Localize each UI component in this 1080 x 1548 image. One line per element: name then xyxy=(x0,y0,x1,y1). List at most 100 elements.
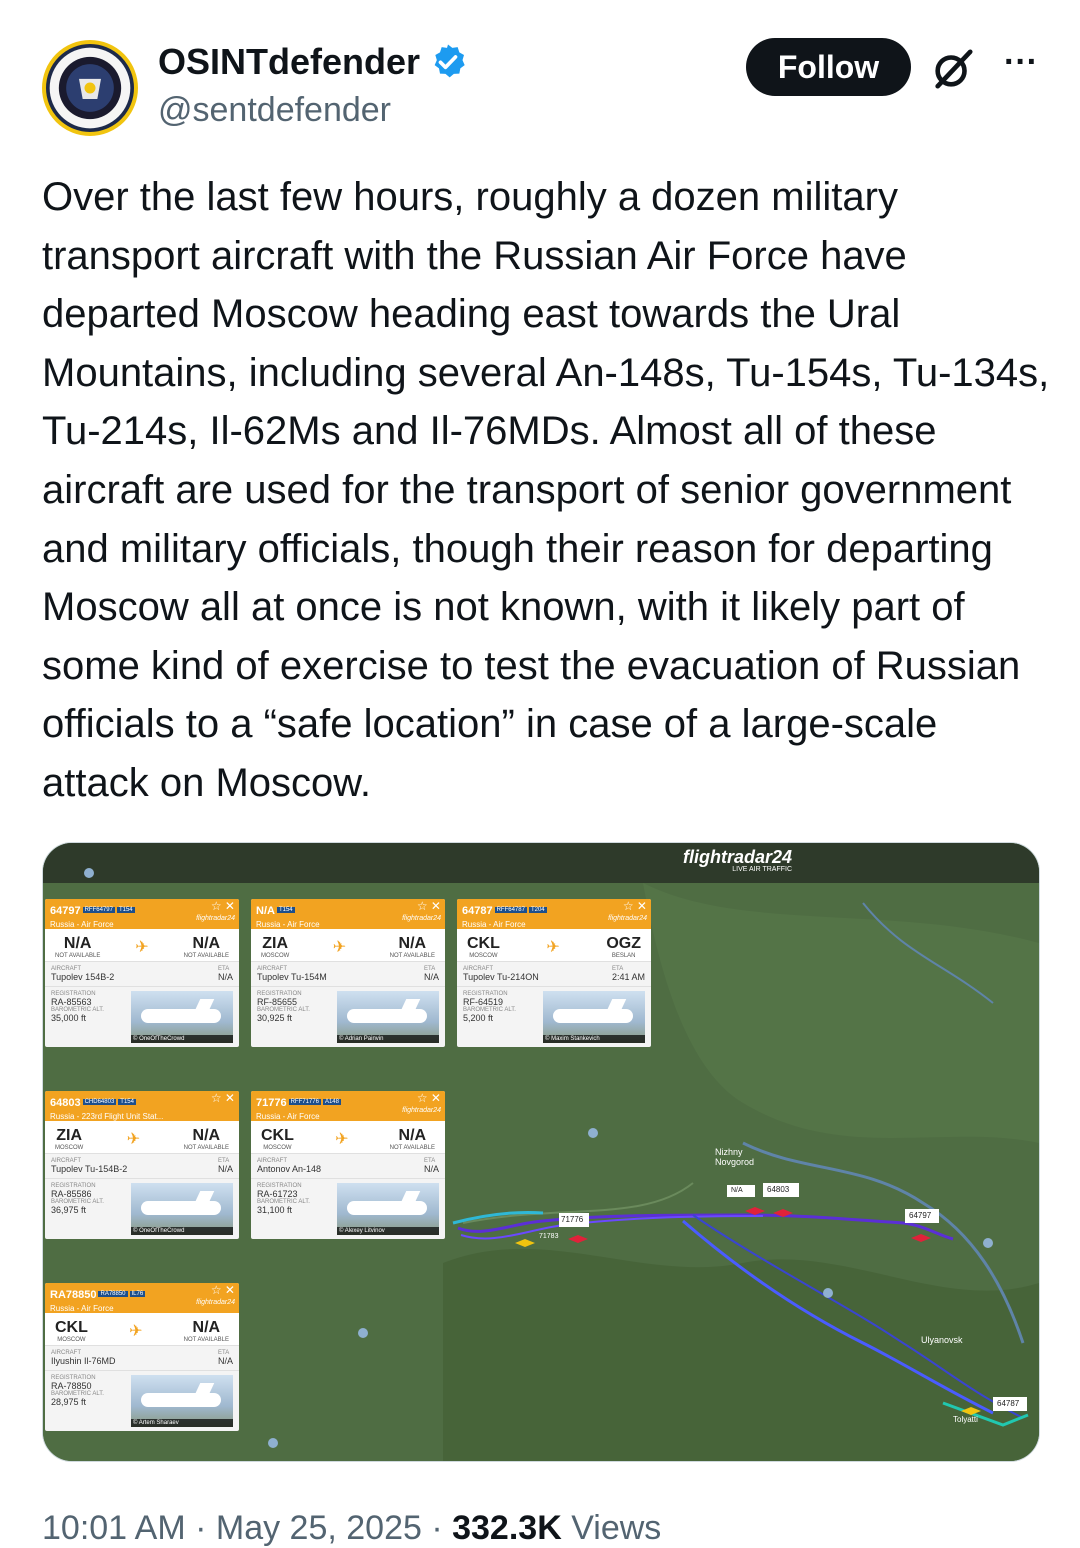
card-brand: flightradar24 xyxy=(402,1107,441,1114)
card-from-code: ZIA xyxy=(262,935,289,952)
plane-icon: ✈ xyxy=(332,939,347,956)
card-from-city: MOSCOW xyxy=(261,953,290,959)
author-handle[interactable]: @sentdefender xyxy=(158,88,391,132)
author-name-row[interactable]: OSINTdefender xyxy=(158,40,468,84)
flight-tag-71776: 71776 xyxy=(561,1215,584,1224)
flight-card[interactable]: 71776 RFF71776 A148 Russia - Air Force fli… xyxy=(251,1091,445,1239)
card-callsign: RA78850 xyxy=(50,1289,97,1301)
card-reg: RF-85655 xyxy=(257,997,298,1007)
card-brand: flightradar24 xyxy=(608,915,647,922)
plane-icon: ✈ xyxy=(546,939,560,956)
tweet-media-image[interactable]: flightradar24 LIVE AIR TRAFFIC Nizhny Nov… xyxy=(42,842,1040,1462)
card-close-icon[interactable]: ☆ ✕ xyxy=(211,1283,235,1297)
card-aircraft: Ilyushin Il-76MD xyxy=(51,1356,116,1366)
card-aircraft: Antonov An-148 xyxy=(257,1164,322,1174)
card-tag: T204 xyxy=(528,906,547,913)
card-close-icon[interactable]: ☆ ✕ xyxy=(417,899,441,913)
card-reg: RA-78850 xyxy=(51,1381,92,1391)
tweet-text: Over the last few hours, roughly a dozen… xyxy=(42,175,1050,805)
card-to-city: NOT AVAILABLE xyxy=(389,953,435,959)
aircraft-photo: © OneOfTheCrowd xyxy=(131,991,233,1043)
card-reg: RF-64519 xyxy=(463,997,504,1007)
tweet-meta: 10:01 AM · May 25, 2025 · 332.3K Views xyxy=(42,1508,661,1548)
card-eta: N/A xyxy=(217,1164,233,1174)
more-options-icon[interactable]: ··· xyxy=(998,42,1044,88)
card-to-city: NOT AVAILABLE xyxy=(183,1337,229,1343)
card-tag: T154 xyxy=(116,906,135,913)
card-reg: RA-85563 xyxy=(51,997,92,1007)
card-alt: 30,925 ft xyxy=(257,1013,293,1023)
card-alt: 35,000 ft xyxy=(51,1013,87,1023)
card-tag: CHD64803 xyxy=(82,1098,117,1105)
card-eta: N/A xyxy=(423,1164,439,1174)
card-to-code: N/A xyxy=(192,1127,221,1144)
card-from-city: MOSCOW xyxy=(55,1145,84,1151)
avatar[interactable] xyxy=(42,40,138,136)
flight-card[interactable]: 64797 RFF64797 T154 Russia - Air Force fli… xyxy=(45,899,239,1047)
card-close-icon[interactable]: ☆ ✕ xyxy=(211,1091,235,1105)
card-from-city: MOSCOW xyxy=(263,1145,292,1151)
plane-icon: ✈ xyxy=(126,1131,141,1148)
flight-tag-64787: 64787 xyxy=(997,1399,1020,1408)
card-eta: N/A xyxy=(423,972,439,982)
card-to-city: NOT AVAILABLE xyxy=(389,1145,435,1151)
card-from-city: MOSCOW xyxy=(57,1337,86,1343)
photo-credit: © Alexey Litvinov xyxy=(337,1227,439,1235)
flight-card[interactable]: 64787 RFF64787 T204 Russia - Air Force fli… xyxy=(457,899,651,1047)
author-name[interactable]: OSINTdefender xyxy=(158,40,420,84)
photo-credit: © OneOfTheCrowd xyxy=(131,1227,233,1235)
flight-tag-64797: 64797 xyxy=(909,1211,932,1220)
card-tag: RA78850 xyxy=(98,1290,128,1297)
card-callsign: 64787 xyxy=(462,905,493,917)
card-callsign: 64803 xyxy=(50,1097,81,1109)
card-from-city: NOT AVAILABLE xyxy=(55,953,101,959)
card-reg: RA-85586 xyxy=(51,1189,92,1199)
tweet-timestamp[interactable]: 10:01 AM · May 25, 2025 · xyxy=(42,1509,452,1547)
card-close-icon[interactable]: ☆ ✕ xyxy=(211,899,235,913)
flight-card[interactable]: RA78850 RA78850 IL76 Russia - Air Force fl… xyxy=(45,1283,239,1431)
aircraft-photo: © Maxim Stankevich xyxy=(543,991,645,1043)
card-from-code: CKL xyxy=(467,935,500,952)
photo-credit: © Artem Sharaev xyxy=(131,1419,233,1427)
plane-icon: ✈ xyxy=(129,1323,143,1340)
card-to-city: NOT AVAILABLE xyxy=(183,953,229,959)
aircraft-photo: © Artem Sharaev xyxy=(131,1375,233,1427)
card-brand: flightradar24 xyxy=(196,915,235,922)
card-alt: 5,200 ft xyxy=(463,1013,494,1023)
card-close-icon[interactable]: ☆ ✕ xyxy=(623,899,647,913)
card-callsign: 71776 xyxy=(256,1097,287,1109)
flightradar24-logo: flightradar24 LIVE AIR TRAFFIC xyxy=(683,847,793,873)
card-eta: N/A xyxy=(217,972,233,982)
card-tag: A148 xyxy=(322,1098,341,1105)
flight-card[interactable]: N/A T154 Russia - Air Force flightradar24… xyxy=(251,899,445,1047)
card-callsign: 64797 xyxy=(50,905,81,917)
flight-tag-71783: 71783 xyxy=(539,1233,559,1240)
card-from-code: ZIA xyxy=(56,1127,83,1144)
flight-tag-na: N/A xyxy=(731,1187,743,1194)
photo-credit: © Adrian Painvin xyxy=(337,1035,439,1043)
card-from-code: CKL xyxy=(261,1127,294,1144)
card-alt: 28,975 ft xyxy=(51,1397,87,1407)
card-to-city: BESLAN xyxy=(611,953,636,959)
card-tag: RFF64787 xyxy=(494,906,527,913)
aircraft-photo: © Alexey Litvinov xyxy=(337,1183,439,1235)
card-tag: RFF71776 xyxy=(288,1098,321,1105)
views-label: Views xyxy=(561,1509,662,1547)
plane-icon: ✈ xyxy=(335,1131,349,1148)
card-tag: IL76 xyxy=(129,1290,146,1297)
card-to-code: N/A xyxy=(192,935,221,952)
card-to-code: N/A xyxy=(398,935,427,952)
card-aircraft: Tupolev Tu-214ON xyxy=(463,972,539,982)
card-aircraft: Tupolev 154B-2 xyxy=(51,972,115,982)
card-reg: RA-61723 xyxy=(257,1189,298,1199)
views-count: 332.3K xyxy=(452,1509,562,1547)
flight-card[interactable]: 64803 CHD64803 T154 Russia - 223rd Flight … xyxy=(45,1091,239,1239)
map-label-tolyatti: Tolyatti xyxy=(953,1415,978,1424)
card-close-icon[interactable]: ☆ ✕ xyxy=(417,1091,441,1105)
flight-tag-64803: 64803 xyxy=(767,1185,790,1194)
card-to-code: OGZ xyxy=(606,935,641,952)
card-to-code: N/A xyxy=(192,1319,221,1336)
follow-button[interactable]: Follow xyxy=(746,38,911,96)
card-from-city: MOSCOW xyxy=(469,953,498,959)
grok-icon[interactable] xyxy=(930,46,976,92)
